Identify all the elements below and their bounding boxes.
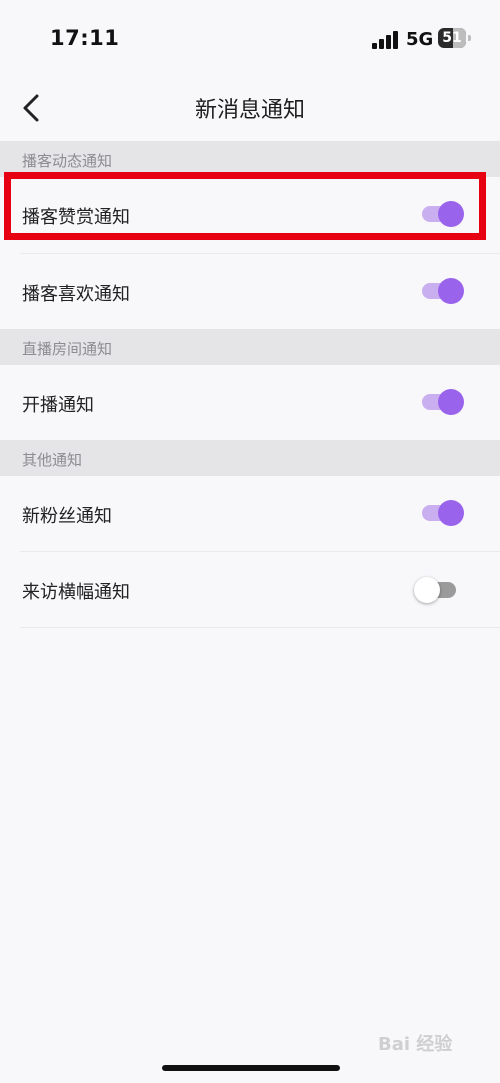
nav-bar: 新消息通知 — [0, 80, 500, 140]
signal-bars-icon — [372, 31, 398, 49]
section-header-label: 其他通知 — [22, 451, 83, 469]
podcast-reward-toggle[interactable] — [418, 199, 464, 229]
home-indicator — [162, 1065, 340, 1071]
page-title: 新消息通知 — [194, 98, 305, 123]
setting-label: 播客赞赏通知 — [22, 207, 130, 228]
status-time: 17:11 — [50, 26, 120, 50]
setting-row-podcast-reward: 播客赞赏通知 — [0, 177, 500, 253]
setting-row-podcast-like: 播客喜欢通知 — [0, 254, 500, 329]
visit-banner-toggle[interactable] — [414, 575, 458, 605]
section-header-podcast: 播客动态通知 — [0, 141, 500, 177]
section-header-live-room: 直播房间通知 — [0, 329, 500, 365]
battery-level: 51 — [442, 30, 462, 46]
setting-row-new-follower: 新粉丝通知 — [0, 476, 500, 551]
setting-label: 新粉丝通知 — [22, 506, 112, 527]
setting-row-live-start: 开播通知 — [0, 365, 500, 440]
battery-icon: 51 — [438, 28, 472, 48]
section-header-other: 其他通知 — [0, 440, 500, 476]
network-type: 5G — [406, 29, 434, 50]
watermark: Bai 经验 — [378, 1034, 453, 1055]
live-start-toggle[interactable] — [418, 387, 464, 417]
podcast-like-toggle[interactable] — [418, 276, 464, 306]
section-header-label: 播客动态通知 — [22, 152, 113, 170]
setting-label: 播客喜欢通知 — [22, 284, 130, 305]
setting-label: 来访横幅通知 — [22, 582, 130, 603]
setting-row-visit-banner: 来访横幅通知 — [0, 552, 500, 627]
setting-label: 开播通知 — [22, 395, 94, 416]
new-follower-toggle[interactable] — [418, 498, 464, 528]
section-header-label: 直播房间通知 — [22, 340, 113, 358]
divider — [20, 627, 500, 628]
status-bar: 17:11 5G 51 — [0, 0, 500, 80]
